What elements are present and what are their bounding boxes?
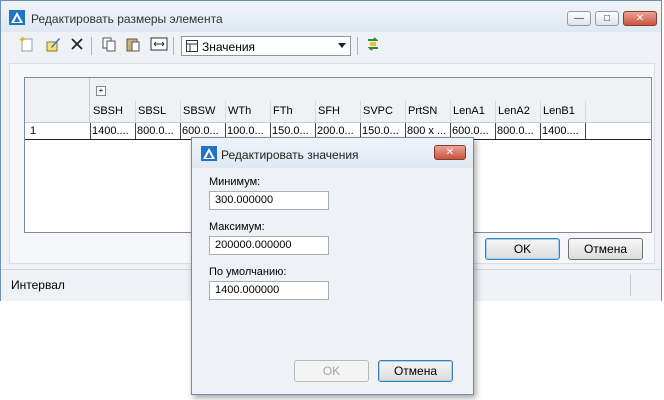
toolbar: Значения	[9, 33, 655, 59]
cell-divider	[180, 123, 181, 139]
maximize-button[interactable]: □	[595, 11, 619, 26]
expand-icon[interactable]: +	[96, 86, 106, 96]
row-number: 1	[30, 125, 37, 137]
minimum-field[interactable]: 300.000000	[209, 191, 329, 210]
column-divider	[225, 101, 226, 122]
column-divider	[450, 101, 451, 122]
table-icon	[186, 40, 198, 52]
view-mode-select[interactable]: Значения	[181, 36, 351, 56]
column-divider	[585, 101, 586, 122]
edit-icon[interactable]	[43, 36, 63, 56]
column-divider	[405, 101, 406, 122]
column-divider	[180, 101, 181, 122]
column-divider	[135, 101, 136, 122]
table-cell[interactable]: 800.0...	[137, 125, 179, 139]
table-cell[interactable]: 1400....	[542, 125, 584, 139]
cancel-button[interactable]: Отмена	[568, 238, 643, 260]
column-header-lenb1[interactable]: LenB1	[543, 105, 575, 117]
minimize-button[interactable]: —	[567, 11, 591, 26]
refresh-icon[interactable]	[363, 36, 383, 56]
column-divider	[270, 101, 271, 122]
toolbar-separator	[91, 37, 92, 55]
column-header-sfh[interactable]: SFH	[318, 105, 340, 117]
grid-corner	[25, 78, 90, 122]
chevron-down-icon	[338, 43, 346, 48]
toolbar-separator	[173, 37, 174, 55]
cell-divider	[90, 123, 91, 139]
title-bar[interactable]: Редактировать размеры элемента — □ ✕	[1, 1, 661, 32]
minimum-label: Минимум:	[209, 176, 261, 188]
window-title: Редактировать размеры элемента	[31, 12, 223, 26]
dialog-title: Редактировать значения	[221, 148, 359, 162]
app-logo-icon	[201, 146, 217, 161]
column-header-lena2[interactable]: LenA2	[498, 105, 530, 117]
column-header-svpc[interactable]: SVPC	[363, 105, 393, 117]
status-divider	[630, 274, 631, 296]
view-mode-value: Значения	[202, 40, 256, 54]
toolbar-separator	[357, 37, 358, 55]
table-cell[interactable]: 800.0...	[497, 125, 539, 139]
ok-button[interactable]: OK	[485, 238, 560, 260]
column-divider	[360, 101, 361, 122]
delete-icon[interactable]	[67, 36, 87, 56]
column-header-sbsh[interactable]: SBSH	[93, 105, 123, 117]
cell-divider	[540, 123, 541, 139]
column-header-wth[interactable]: WTh	[228, 105, 251, 117]
default-field[interactable]: 1400.000000	[209, 281, 329, 300]
edit-values-dialog: Редактировать значения ✕ Минимум: 300.00…	[191, 137, 474, 395]
column-header-sbsl[interactable]: SBSL	[138, 105, 166, 117]
cell-divider	[585, 123, 586, 139]
column-header-prtsn[interactable]: PrtSN	[408, 105, 437, 117]
column-divider	[315, 101, 316, 122]
copy-icon[interactable]	[99, 36, 119, 56]
app-logo-icon	[9, 10, 25, 25]
status-text: Интервал	[11, 278, 65, 292]
maximum-field[interactable]: 200000.000000	[209, 236, 329, 255]
column-header-sbsw[interactable]: SBSW	[183, 105, 215, 117]
dialog-close-button[interactable]: ✕	[434, 145, 466, 160]
column-divider	[495, 101, 496, 122]
cell-divider	[135, 123, 136, 139]
new-row-icon[interactable]	[17, 36, 37, 56]
dialog-cancel-button[interactable]: Отмена	[378, 360, 453, 382]
column-header-fth[interactable]: FTh	[273, 105, 293, 117]
cell-divider	[495, 123, 496, 139]
column-divider	[540, 101, 541, 122]
insert-dimension-icon[interactable]	[149, 36, 169, 56]
dialog-title-bar[interactable]: Редактировать значения ✕	[192, 138, 473, 168]
default-label: По умолчанию:	[209, 266, 287, 278]
maximum-label: Максимум:	[209, 221, 265, 233]
paste-icon[interactable]	[123, 36, 143, 56]
close-button[interactable]: ✕	[623, 11, 657, 26]
column-header-lena1[interactable]: LenA1	[453, 105, 485, 117]
grid-group-header	[25, 78, 651, 101]
dialog-ok-button[interactable]: OK	[294, 360, 369, 382]
table-cell[interactable]: 1400....	[92, 125, 134, 139]
